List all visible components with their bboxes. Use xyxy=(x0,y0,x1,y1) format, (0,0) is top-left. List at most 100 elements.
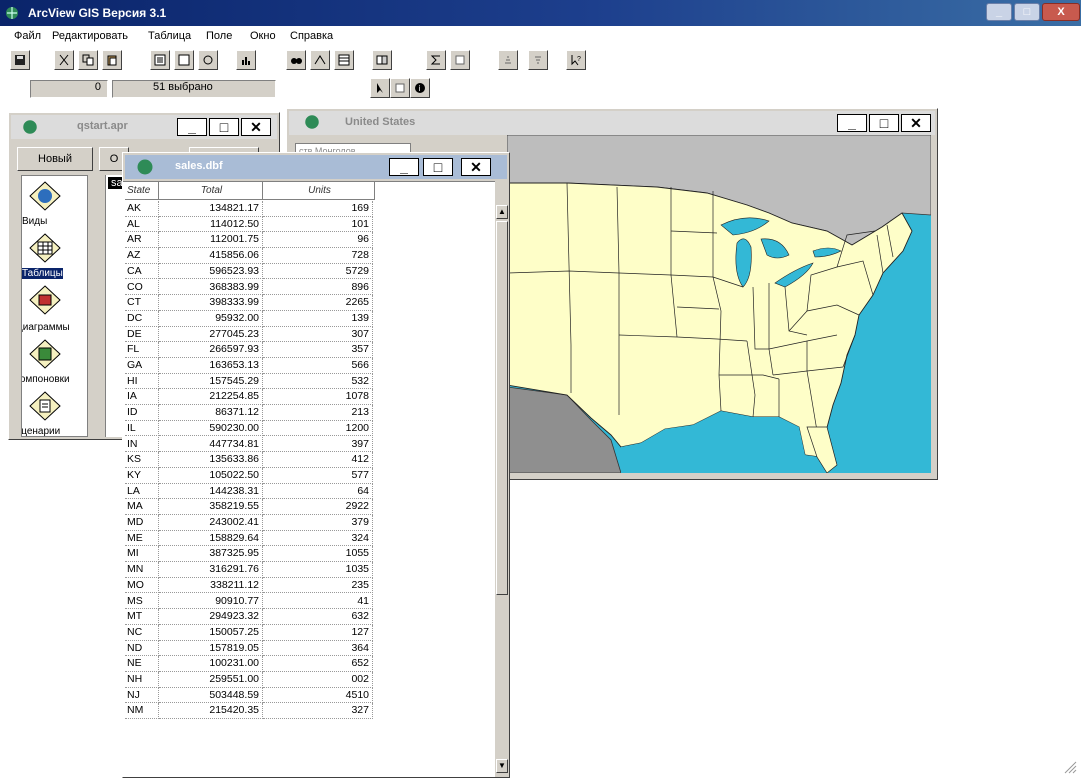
table-row[interactable]: AZ 415856.06 728 xyxy=(123,248,375,264)
cell-units[interactable]: 632 xyxy=(263,609,373,625)
query-button[interactable] xyxy=(310,50,330,70)
table-row[interactable]: DE 277045.23 307 xyxy=(123,326,375,343)
cell-total[interactable]: 266597.93 xyxy=(159,342,263,358)
cell-units[interactable]: 357 xyxy=(263,342,373,358)
cell-total[interactable]: 596523.93 xyxy=(159,263,263,280)
cell-units[interactable]: 1055 xyxy=(263,546,373,563)
cell-units[interactable]: 235 xyxy=(263,577,373,594)
cell-state[interactable]: MO xyxy=(125,577,159,594)
cell-total[interactable]: 112001.75 xyxy=(159,232,263,249)
cell-state[interactable]: CT xyxy=(125,295,159,311)
cell-state[interactable]: NC xyxy=(125,624,159,641)
cell-state[interactable]: DC xyxy=(125,310,159,327)
find-button[interactable] xyxy=(286,50,306,70)
scroll-down-button[interactable]: ▼ xyxy=(496,759,508,773)
table-maximize-button[interactable]: □ xyxy=(423,158,453,176)
cell-units[interactable]: 1035 xyxy=(263,562,373,578)
cell-state[interactable]: KS xyxy=(125,452,159,468)
cell-total[interactable]: 158829.64 xyxy=(159,530,263,547)
sort-descending-button[interactable] xyxy=(528,50,548,70)
cell-units[interactable]: 101 xyxy=(263,216,373,233)
copy-button[interactable] xyxy=(78,50,98,70)
table-row[interactable]: IN 447734.81 397 xyxy=(123,436,375,453)
cell-state[interactable]: ID xyxy=(125,405,159,421)
cell-total[interactable]: 212254.85 xyxy=(159,389,263,406)
cell-state[interactable]: AL xyxy=(125,216,159,233)
table-row[interactable]: MT 294923.32 632 xyxy=(123,609,375,625)
tables-icon[interactable] xyxy=(28,232,62,264)
project-window-titlebar[interactable]: qstart.apr _ □ ✕ xyxy=(11,115,277,139)
cell-state[interactable]: MA xyxy=(125,499,159,515)
cell-total[interactable]: 86371.12 xyxy=(159,405,263,421)
table-row[interactable]: IA 212254.85 1078 xyxy=(123,389,375,406)
scroll-thumb[interactable] xyxy=(496,221,508,595)
cell-state[interactable]: NE xyxy=(125,656,159,672)
cut-button[interactable] xyxy=(54,50,74,70)
cell-total[interactable]: 447734.81 xyxy=(159,436,263,453)
table-row[interactable]: KY 105022.50 577 xyxy=(123,467,375,484)
cell-units[interactable]: 324 xyxy=(263,530,373,547)
cell-total[interactable]: 215420.35 xyxy=(159,703,263,720)
cell-units[interactable]: 127 xyxy=(263,624,373,641)
minimize-button[interactable]: _ xyxy=(986,3,1012,21)
category-charts[interactable]: Диаграммы xyxy=(22,322,70,333)
chart-button[interactable] xyxy=(236,50,256,70)
table-row[interactable]: NJ 503448.59 4510 xyxy=(123,687,375,704)
cell-units[interactable]: 566 xyxy=(263,358,373,374)
table-row[interactable]: KS 135633.86 412 xyxy=(123,452,375,468)
cell-units[interactable]: 307 xyxy=(263,326,373,343)
cell-state[interactable]: CO xyxy=(125,279,159,296)
paste-button[interactable] xyxy=(102,50,122,70)
table-row[interactable]: MN 316291.76 1035 xyxy=(123,562,375,578)
cell-total[interactable]: 338211.12 xyxy=(159,577,263,594)
views-icon[interactable] xyxy=(28,180,62,212)
cell-total[interactable]: 277045.23 xyxy=(159,326,263,343)
table-window[interactable]: sales.dbf _ □ ✕ State Total Units AK 1348… xyxy=(122,152,510,778)
project-maximize-button[interactable]: □ xyxy=(209,118,239,136)
table-row[interactable]: CT 398333.99 2265 xyxy=(123,295,375,311)
table-vertical-scrollbar[interactable]: ▲ ▼ xyxy=(495,181,509,777)
scripts-icon[interactable] xyxy=(28,390,62,422)
cell-units[interactable]: 412 xyxy=(263,452,373,468)
cell-units[interactable]: 1200 xyxy=(263,420,373,437)
select-none-button[interactable] xyxy=(174,50,194,70)
table-row[interactable]: GA 163653.13 566 xyxy=(123,358,375,374)
view-close-button[interactable]: ✕ xyxy=(901,114,931,132)
category-views[interactable]: Виды xyxy=(22,216,47,227)
cell-total[interactable]: 358219.55 xyxy=(159,499,263,515)
refresh-button[interactable] xyxy=(198,50,218,70)
cell-total[interactable]: 590230.00 xyxy=(159,420,263,437)
cell-state[interactable]: AR xyxy=(125,232,159,249)
cell-state[interactable]: GA xyxy=(125,358,159,374)
resize-grip-icon[interactable] xyxy=(1063,760,1077,774)
cell-total[interactable]: 90910.77 xyxy=(159,593,263,610)
table-window-titlebar[interactable]: sales.dbf _ □ ✕ xyxy=(125,155,507,179)
cell-units[interactable]: 2265 xyxy=(263,295,373,311)
table-row[interactable]: DC 95932.00 139 xyxy=(123,310,375,327)
cell-state[interactable]: HI xyxy=(125,373,159,390)
cell-units[interactable]: 002 xyxy=(263,672,373,688)
cell-total[interactable]: 243002.41 xyxy=(159,515,263,531)
maximize-button[interactable]: □ xyxy=(1014,3,1040,21)
table-row[interactable]: MS 90910.77 41 xyxy=(123,593,375,610)
table-row[interactable]: ME 158829.64 324 xyxy=(123,530,375,547)
help-pointer-button[interactable]: ? xyxy=(566,50,586,70)
cell-units[interactable]: 1078 xyxy=(263,389,373,406)
column-header-units[interactable]: Units xyxy=(263,182,375,200)
layouts-icon[interactable] xyxy=(28,338,62,370)
cell-total[interactable]: 114012.50 xyxy=(159,216,263,233)
cell-state[interactable]: MD xyxy=(125,515,159,531)
table-row[interactable]: AR 112001.75 96 xyxy=(123,232,375,249)
cell-units[interactable]: 4510 xyxy=(263,687,373,704)
edit-tool-button[interactable] xyxy=(390,78,410,98)
cell-total[interactable]: 100231.00 xyxy=(159,656,263,672)
sort-ascending-button[interactable] xyxy=(498,50,518,70)
table-row[interactable]: NH 259551.00 002 xyxy=(123,672,375,688)
table-row[interactable]: CA 596523.93 5729 xyxy=(123,263,375,280)
project-new-button[interactable]: Новый xyxy=(17,147,93,171)
menu-edit[interactable]: Редактировать xyxy=(52,30,128,42)
promote-button[interactable] xyxy=(334,50,354,70)
cell-total[interactable]: 503448.59 xyxy=(159,687,263,704)
cell-total[interactable]: 105022.50 xyxy=(159,467,263,484)
cell-units[interactable]: 577 xyxy=(263,467,373,484)
